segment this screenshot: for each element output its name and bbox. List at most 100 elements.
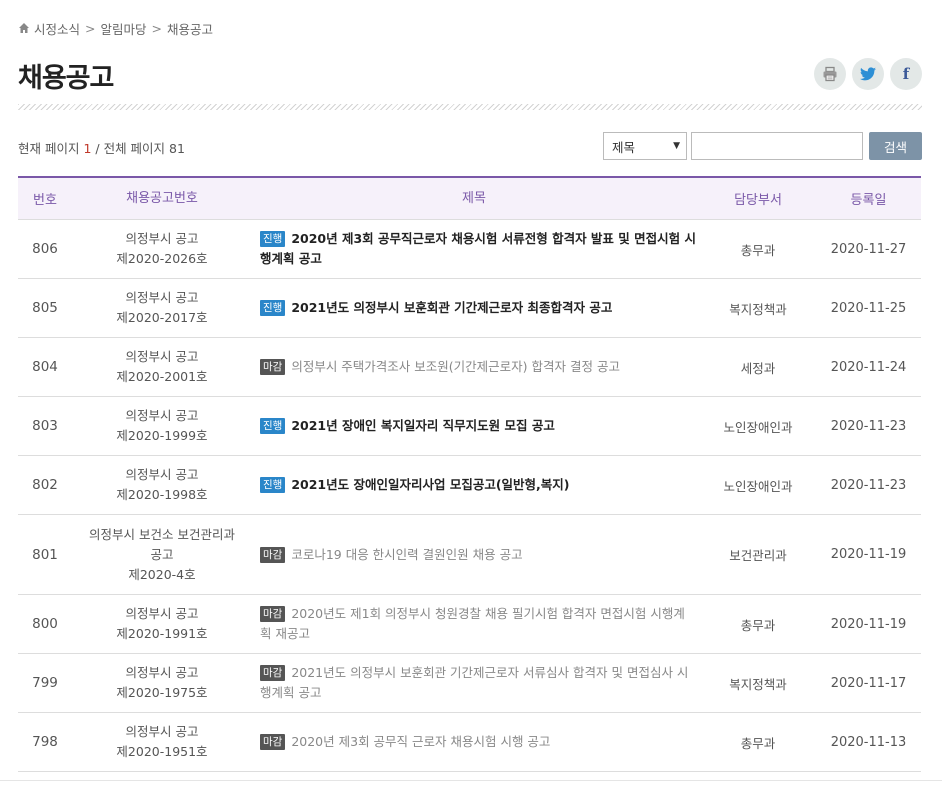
row-num: 805 (32, 300, 58, 316)
row-code-line: 제2020-2001호 (116, 369, 208, 384)
row-code: 의정부시 공고 제2020-1999호 (72, 406, 252, 446)
row-title-link[interactable]: 2021년도 의정부시 보훈회관 기간제근로자 최종합격자 공고 (291, 300, 612, 315)
row-dept: 총무과 (740, 735, 776, 751)
row-title-link[interactable]: 2021년도 의정부시 보훈회관 기간제근로자 서류심사 합격자 및 면접심사 … (260, 665, 688, 700)
row-num: 799 (32, 675, 58, 691)
row-dept: 총무과 (740, 617, 776, 633)
page-info-suffix: / 전체 페이지 81 (91, 141, 185, 156)
header-num: 번호 (33, 193, 57, 208)
print-button[interactable] (814, 58, 846, 90)
breadcrumb-item-current[interactable]: 채용공고 (167, 19, 213, 38)
row-date: 2020-11-13 (830, 734, 907, 750)
row-num: 800 (32, 616, 58, 632)
page-bottom-border (0, 780, 942, 781)
search-form: 제목 ▼ 검색 (603, 132, 922, 160)
row-num: 798 (32, 734, 58, 750)
recruitment-table: 번호 채용공고번호 제목 담당부서 등록일 806 의정부시 공고 제2020-2… (18, 176, 921, 772)
breadcrumb-item-notice[interactable]: 알림마당 (101, 19, 147, 38)
print-icon (823, 66, 837, 82)
row-code-line: 의정부시 공고 (125, 467, 199, 482)
row-code: 의정부시 보건소 보건관리과 공고 제2020-4호 (72, 525, 252, 585)
row-date: 2020-11-23 (830, 418, 907, 434)
row-date: 2020-11-23 (830, 477, 907, 493)
facebook-icon: f (902, 65, 910, 83)
row-title-link[interactable]: 2020년도 제1회 의정부시 청원경찰 채용 필기시험 합격자 면접시험 시행… (260, 606, 685, 641)
table-header: 번호 채용공고번호 제목 담당부서 등록일 (18, 178, 921, 220)
table-row: 804 의정부시 공고제2020-2001호 마감 의정부시 주택가격조사 보조원… (18, 338, 921, 397)
row-dept: 노인장애인과 (723, 419, 793, 435)
table-row: 800 의정부시 공고제2020-1991호 마감 2020년도 제1회 의정부시… (18, 595, 921, 654)
breadcrumb-separator: > (151, 20, 162, 36)
row-code: 의정부시 공고제2020-1998호 (72, 465, 252, 505)
header-date: 등록일 (850, 193, 887, 208)
table-row: 801 의정부시 보건소 보건관리과 공고 제2020-4호 마감 코로나19 대응 … (18, 515, 921, 595)
table-row: 803 의정부시 공고 제2020-1999호 진행 2021년 장애인 복지일자리… (18, 397, 921, 456)
row-dept: 보건관리과 (729, 548, 787, 563)
row-code-line: 의정부시 공고 (125, 349, 199, 364)
row-dept: 복지정책과 (729, 301, 787, 317)
row-code-line: 제2020-1951호 (116, 744, 208, 759)
twitter-button[interactable] (852, 58, 884, 90)
row-title-cell: 마감 코로나19 대응 한시인력 결원인원 채용 공고 (252, 545, 700, 565)
row-code-line: 제2020-1991호 (116, 626, 208, 641)
search-input[interactable] (691, 132, 863, 160)
row-date: 2020-11-25 (830, 300, 907, 316)
row-code-line: 의정부시 보건소 보건관리과 (89, 526, 235, 542)
row-title-link[interactable]: 의정부시 주택가격조사 보조원(기간제근로자) 합격자 결정 공고 (291, 359, 620, 374)
row-title-link[interactable]: 코로나19 대응 한시인력 결원인원 채용 공고 (291, 547, 522, 562)
row-title-link[interactable]: 2021년 장애인 복지일자리 직무지도원 모집 공고 (291, 418, 555, 433)
page-info-prefix: 현재 페이지 (18, 141, 84, 156)
row-code: 의정부시 공고 제2020-1975호 (72, 663, 252, 703)
row-code-line: 제2020-1999호 (116, 428, 208, 443)
row-code-line: 제2020-1998호 (116, 487, 208, 502)
status-badge: 마감 (260, 734, 286, 750)
row-code-line: 제2020-2026호 (116, 251, 208, 266)
row-num: 804 (32, 359, 58, 375)
status-badge: 마감 (260, 665, 286, 681)
row-date: 2020-11-27 (830, 241, 907, 257)
row-code-line: 의정부시 공고 (125, 606, 199, 621)
header-title: 제목 (462, 190, 486, 206)
row-title-cell: 마감 2021년도 의정부시 보훈회관 기간제근로자 서류심사 합격자 및 면접심… (252, 663, 700, 703)
search-field-select[interactable]: 제목 ▼ (603, 132, 687, 160)
table-row: 806 의정부시 공고 제2020-2026호 진행 2020년 제3회 공무직근로… (18, 220, 921, 279)
title-divider (18, 104, 922, 110)
row-title-cell: 마감 의정부시 주택가격조사 보조원(기간제근로자) 합격자 결정 공고 (252, 357, 700, 377)
status-badge: 진행 (260, 418, 286, 434)
status-badge: 마감 (260, 359, 286, 375)
search-button[interactable]: 검색 (869, 132, 922, 160)
row-num: 802 (32, 477, 58, 493)
row-dept: 세정과 (740, 360, 776, 376)
table-row: 802 의정부시 공고제2020-1998호 진행 2021년도 장애인일자리사업… (18, 456, 921, 515)
row-title-link[interactable]: 2020년 제3회 공무직근로자 채용시험 서류전형 합격자 발표 및 면접시험… (260, 231, 696, 266)
row-code-line: 공고 (150, 546, 174, 562)
breadcrumb-item-news[interactable]: 시정소식 (34, 19, 80, 38)
status-badge: 마감 (260, 546, 286, 563)
row-code: 의정부시 공고 제2020-2017호 (72, 288, 252, 328)
table-row: 798 의정부시 공고 제2020-1951호 마감 2020년 제3회 공무직 근… (18, 713, 921, 772)
row-code-line: 제2020-1975호 (116, 685, 208, 700)
row-title-cell: 진행 2021년도 장애인일자리사업 모집공고(일반형,복지) (252, 475, 700, 495)
row-title-link[interactable]: 2021년도 장애인일자리사업 모집공고(일반형,복지) (291, 477, 569, 492)
row-title-link[interactable]: 2020년 제3회 공무직 근로자 채용시험 시행 공고 (291, 734, 550, 749)
facebook-button[interactable]: f (890, 58, 922, 90)
row-dept: 노인장애인과 (723, 478, 793, 494)
home-icon[interactable] (18, 22, 30, 34)
row-num: 801 (32, 546, 58, 563)
row-title-cell: 진행 2020년 제3회 공무직근로자 채용시험 서류전형 합격자 발표 및 면접… (252, 229, 700, 269)
row-code: 의정부시 공고제2020-2001호 (72, 347, 252, 387)
row-code: 의정부시 공고제2020-1991호 (72, 604, 252, 644)
row-code: 의정부시 공고 제2020-1951호 (72, 722, 252, 762)
breadcrumb: 시정소식 > 알림마당 > 채용공고 (18, 18, 213, 38)
row-code: 의정부시 공고 제2020-2026호 (72, 229, 252, 269)
table-row: 805 의정부시 공고 제2020-2017호 진행 2021년도 의정부시 보훈회… (18, 279, 921, 338)
header-dept: 담당부서 (734, 193, 782, 208)
row-title-cell: 마감 2020년 제3회 공무직 근로자 채용시험 시행 공고 (252, 732, 700, 752)
status-badge: 진행 (260, 300, 286, 316)
chevron-down-icon: ▼ (673, 141, 680, 151)
row-title-cell: 진행 2021년 장애인 복지일자리 직무지도원 모집 공고 (252, 416, 700, 436)
row-dept: 복지정책과 (729, 676, 787, 692)
row-num: 803 (32, 418, 58, 434)
table-row: 799 의정부시 공고 제2020-1975호 마감 2021년도 의정부시 보훈회… (18, 654, 921, 713)
status-badge: 마감 (260, 606, 286, 622)
